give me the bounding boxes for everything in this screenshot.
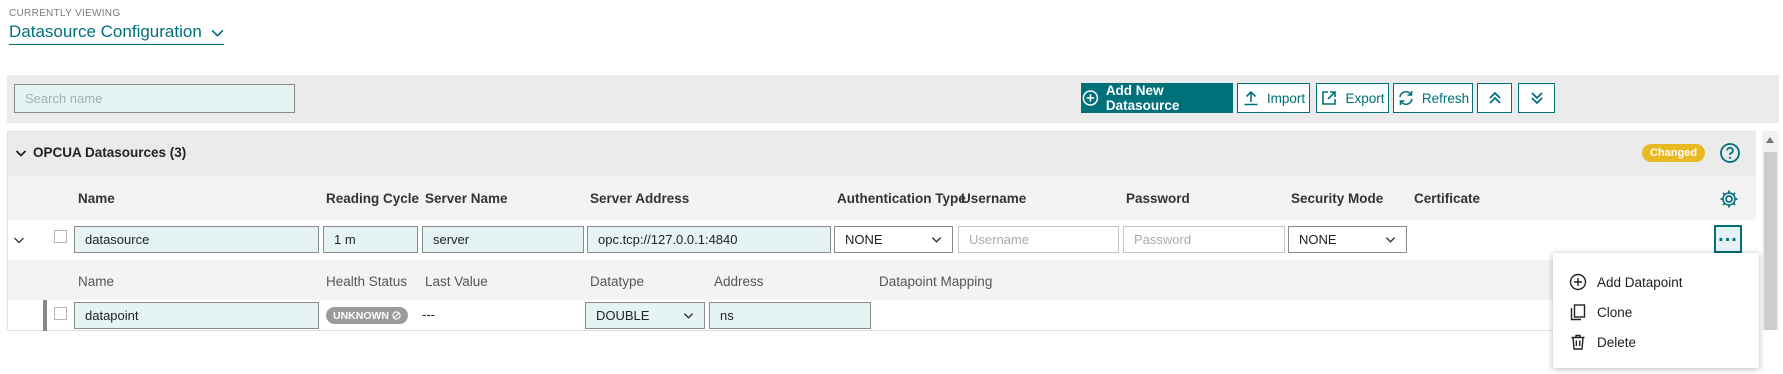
- chevron-down-icon: [683, 313, 694, 319]
- row-expand-chevron-icon[interactable]: [13, 234, 25, 246]
- col-server-address: Server Address: [590, 191, 690, 206]
- col-reading-cycle: Reading Cycle: [326, 191, 420, 206]
- changed-badge: Changed: [1642, 144, 1706, 162]
- currently-viewing-label: CURRENTLY VIEWING: [9, 8, 121, 19]
- datapoint-address-field[interactable]: ns: [709, 302, 871, 329]
- page-title: Datasource Configuration: [9, 22, 202, 41]
- col-certificate: Certificate: [1414, 191, 1481, 206]
- menu-item-label: Delete: [1597, 334, 1637, 350]
- datapoint-checkbox[interactable]: [54, 307, 67, 320]
- scrollbar-thumb[interactable]: [1764, 152, 1777, 330]
- datatype-value: DOUBLE: [596, 308, 650, 323]
- username-field[interactable]: Username: [958, 226, 1119, 253]
- col-name: Name: [78, 191, 115, 206]
- page-title-selector[interactable]: Datasource Configuration: [9, 22, 224, 45]
- server-name-field[interactable]: server: [422, 226, 584, 253]
- row-checkbox[interactable]: [54, 230, 67, 243]
- export-label: Export: [1345, 90, 1385, 106]
- datasource-row: datasource 1 m server opc.tcp://127.0.0.…: [8, 220, 1756, 260]
- row-accent-bar: [43, 300, 47, 331]
- expand-all-button[interactable]: [1518, 83, 1555, 113]
- refresh-icon: [1399, 90, 1413, 106]
- ellipsis-icon: ...: [1718, 224, 1738, 246]
- datapoint-header-row: Name Health Status Last Value Datatype A…: [8, 260, 1756, 300]
- auth-type-select[interactable]: NONE: [834, 226, 953, 253]
- gear-icon[interactable]: [1719, 189, 1739, 209]
- toolbar: Add New Datasource Import Export Refresh: [7, 75, 1779, 123]
- chevron-down-icon: [15, 149, 27, 157]
- export-icon: [1322, 91, 1337, 105]
- dp-col-last-value: Last Value: [425, 274, 488, 289]
- datasource-name-field[interactable]: datasource: [74, 226, 319, 253]
- refresh-button[interactable]: Refresh: [1393, 83, 1473, 113]
- unknown-status-icon: [392, 311, 401, 320]
- datapoint-row: datapoint UNKNOWN --- DOUBLE ns: [8, 300, 1756, 331]
- menu-item-clone[interactable]: Clone: [1569, 301, 1632, 323]
- dp-col-health-status: Health Status: [326, 274, 408, 289]
- auth-type-value: NONE: [845, 232, 883, 247]
- col-password: Password: [1126, 191, 1190, 206]
- add-new-datasource-button[interactable]: Add New Datasource: [1081, 83, 1233, 113]
- upload-icon: [1244, 90, 1258, 106]
- chevron-down-icon: [931, 237, 942, 243]
- plus-circle-icon: [1082, 90, 1099, 106]
- copy-icon: [1570, 304, 1586, 321]
- scroll-up-arrow-icon[interactable]: [1766, 137, 1774, 143]
- dp-col-datatype: Datatype: [590, 274, 645, 289]
- import-button[interactable]: Import: [1237, 83, 1310, 113]
- menu-item-delete[interactable]: Delete: [1569, 331, 1636, 353]
- dp-col-address: Address: [714, 274, 764, 289]
- plus-circle-icon: [1569, 273, 1587, 291]
- security-mode-value: NONE: [1299, 232, 1337, 247]
- col-auth-type: Authentication Type: [837, 191, 966, 206]
- menu-item-label: Clone: [1597, 304, 1633, 320]
- datasources-panel: OPCUA Datasources (3) Changed Name Readi…: [7, 131, 1756, 331]
- panel-toggle[interactable]: OPCUA Datasources (3): [15, 145, 186, 160]
- security-mode-select[interactable]: NONE: [1288, 226, 1407, 253]
- password-field[interactable]: Password: [1123, 226, 1285, 253]
- add-new-datasource-label: Add New Datasource: [1105, 83, 1180, 113]
- col-username: Username: [961, 191, 1027, 206]
- last-value: ---: [422, 307, 435, 322]
- double-chevron-up-icon: [1488, 91, 1501, 104]
- row-actions-menu: Add Datapoint Clone Delete: [1553, 253, 1759, 368]
- vertical-scrollbar[interactable]: [1762, 131, 1779, 330]
- trash-icon: [1571, 334, 1585, 350]
- import-label: Import: [1266, 90, 1306, 106]
- panel-title: OPCUA Datasources (3): [33, 145, 187, 160]
- search-input[interactable]: [14, 84, 295, 113]
- column-header-row: Name Reading Cycle Server Name Server Ad…: [8, 176, 1756, 220]
- health-status-label: UNKNOWN: [333, 309, 389, 322]
- refresh-label: Refresh: [1421, 90, 1470, 106]
- reading-cycle-field[interactable]: 1 m: [323, 226, 418, 253]
- dp-col-name: Name: [78, 274, 115, 289]
- datatype-select[interactable]: DOUBLE: [585, 302, 705, 329]
- panel-header: OPCUA Datasources (3) Changed: [8, 132, 1756, 176]
- menu-item-add-datapoint[interactable]: Add Datapoint: [1569, 271, 1683, 293]
- health-status-badge: UNKNOWN: [326, 307, 408, 324]
- dp-col-datapoint-mapping: Datapoint Mapping: [879, 274, 993, 289]
- server-address-field[interactable]: opc.tcp://127.0.0.1:4840: [587, 226, 831, 253]
- menu-item-label: Add Datapoint: [1597, 274, 1683, 290]
- help-icon[interactable]: [1719, 142, 1741, 164]
- col-security-mode: Security Mode: [1291, 191, 1384, 206]
- datapoint-name-field[interactable]: datapoint: [74, 302, 319, 329]
- more-actions-button[interactable]: ...: [1714, 225, 1742, 253]
- chevron-down-icon: [1385, 237, 1396, 243]
- double-chevron-down-icon: [1530, 92, 1543, 105]
- col-server-name: Server Name: [425, 191, 508, 206]
- export-button[interactable]: Export: [1316, 83, 1389, 113]
- chevron-down-icon: [211, 29, 224, 37]
- collapse-all-button[interactable]: [1477, 83, 1512, 113]
